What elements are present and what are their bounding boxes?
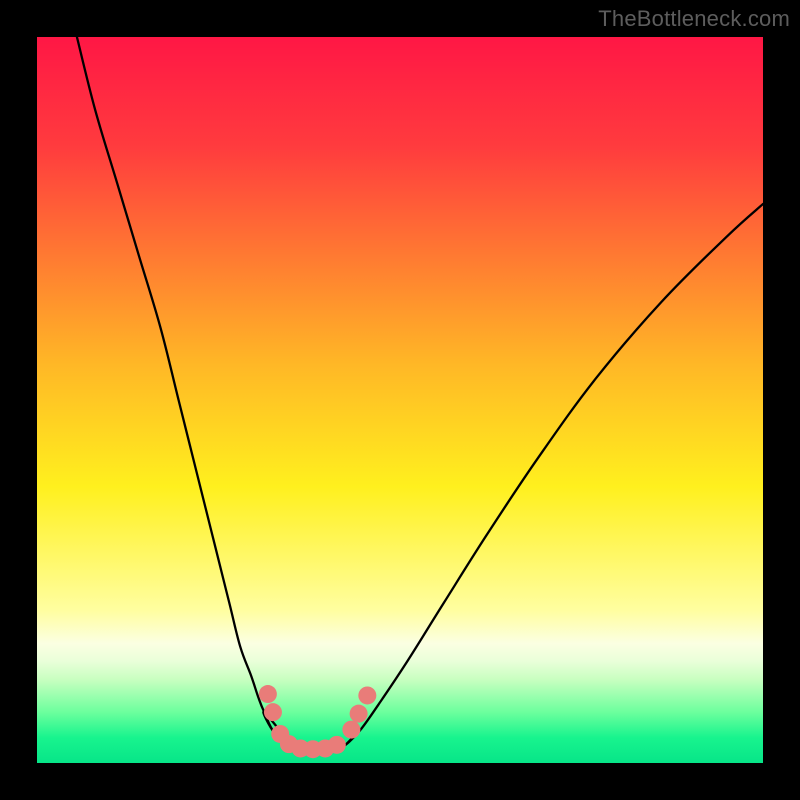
data-marker: [358, 686, 376, 704]
bottleneck-curve: [77, 37, 763, 754]
data-marker: [342, 721, 360, 739]
curve-layer: [37, 37, 763, 763]
plot-area: [37, 37, 763, 763]
watermark-text: TheBottleneck.com: [598, 6, 790, 32]
data-marker: [259, 685, 277, 703]
data-marker: [264, 703, 282, 721]
data-marker: [328, 736, 346, 754]
data-marker: [350, 705, 368, 723]
chart-frame: TheBottleneck.com: [0, 0, 800, 800]
